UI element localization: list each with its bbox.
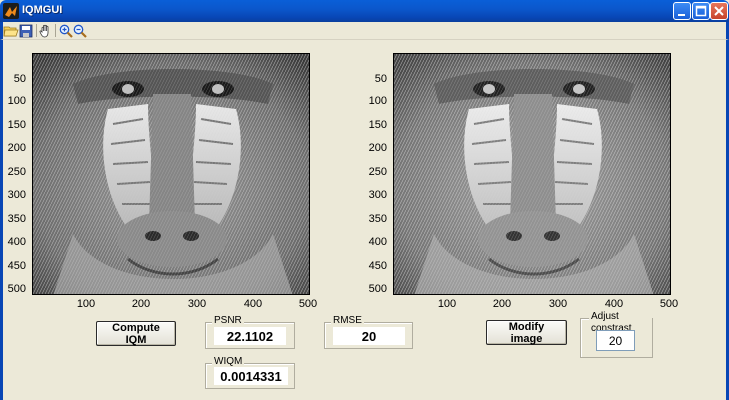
- window-title: IQMGUI: [22, 4, 63, 16]
- x-tick-label: 500: [659, 298, 679, 310]
- open-folder-icon[interactable]: [3, 23, 19, 39]
- y-tick-label: 500: [368, 283, 387, 295]
- psnr-label: PSNR: [212, 315, 244, 327]
- y-tick-label: 300: [7, 189, 26, 201]
- x-tick-label: 200: [131, 298, 151, 310]
- zoom-out-icon[interactable]: [72, 23, 88, 39]
- y-tick-label: 150: [368, 119, 387, 131]
- y-tick-label: 50: [13, 73, 26, 85]
- save-disk-icon[interactable]: [18, 23, 34, 39]
- psnr-panel: PSNR 22.1102: [205, 315, 295, 349]
- y-tick-label: 200: [7, 142, 26, 154]
- mandrill-image-original: [33, 54, 309, 294]
- x-tick-label: 300: [187, 298, 207, 310]
- wiqm-panel: WIQM 0.0014331: [205, 356, 295, 389]
- x-tick-label: 400: [243, 298, 263, 310]
- y-tick-label: 450: [368, 260, 387, 272]
- wiqm-value: 0.0014331: [214, 367, 288, 385]
- modified-image-axes[interactable]: [393, 53, 671, 295]
- original-image-axes[interactable]: [32, 53, 310, 295]
- y-tick-label: 350: [7, 213, 26, 225]
- title-bar: IQMGUI: [0, 0, 729, 22]
- rmse-value: 20: [333, 327, 405, 345]
- maximize-icon: [695, 5, 707, 17]
- y-tick-label: 400: [368, 236, 387, 248]
- mandrill-image-modified: [394, 54, 670, 294]
- y-tick-label: 450: [7, 260, 26, 272]
- y-tick-label: 500: [7, 283, 26, 295]
- x-tick-label: 500: [298, 298, 318, 310]
- y-tick-label: 250: [368, 166, 387, 178]
- compute-iqm-button[interactable]: Compute IQM: [96, 321, 176, 346]
- y-tick-label: 100: [368, 95, 387, 107]
- y-tick-label: 250: [7, 166, 26, 178]
- minimize-icon: [678, 14, 685, 16]
- pan-hand-icon[interactable]: [38, 23, 54, 39]
- close-icon: [714, 6, 724, 16]
- rmse-panel: RMSE 20: [324, 315, 413, 349]
- modify-image-button[interactable]: Modify image: [486, 320, 567, 345]
- x-tick-label: 200: [492, 298, 512, 310]
- y-tick-label: 350: [368, 213, 387, 225]
- maximize-button[interactable]: [692, 2, 710, 20]
- close-button[interactable]: [710, 2, 728, 20]
- x-tick-label: 100: [437, 298, 457, 310]
- rmse-label: RMSE: [331, 315, 364, 327]
- y-tick-label: 50: [374, 73, 387, 85]
- contrast-input[interactable]: 20: [596, 330, 635, 351]
- x-tick-label: 400: [604, 298, 624, 310]
- y-tick-label: 200: [368, 142, 387, 154]
- y-tick-label: 150: [7, 119, 26, 131]
- minimize-button[interactable]: [673, 2, 691, 20]
- adjust-contrast-panel: Adjust constrast 20: [580, 311, 653, 358]
- y-tick-label: 400: [7, 236, 26, 248]
- toolbar-separator: [36, 24, 37, 37]
- psnr-value: 22.1102: [214, 327, 286, 345]
- y-tick-label: 100: [7, 95, 26, 107]
- matlab-app-icon[interactable]: [3, 3, 19, 19]
- y-tick-label: 300: [368, 189, 387, 201]
- x-tick-label: 100: [76, 298, 96, 310]
- toolbar-separator: [55, 24, 56, 37]
- figure-toolbar: [0, 22, 729, 40]
- x-tick-label: 300: [548, 298, 568, 310]
